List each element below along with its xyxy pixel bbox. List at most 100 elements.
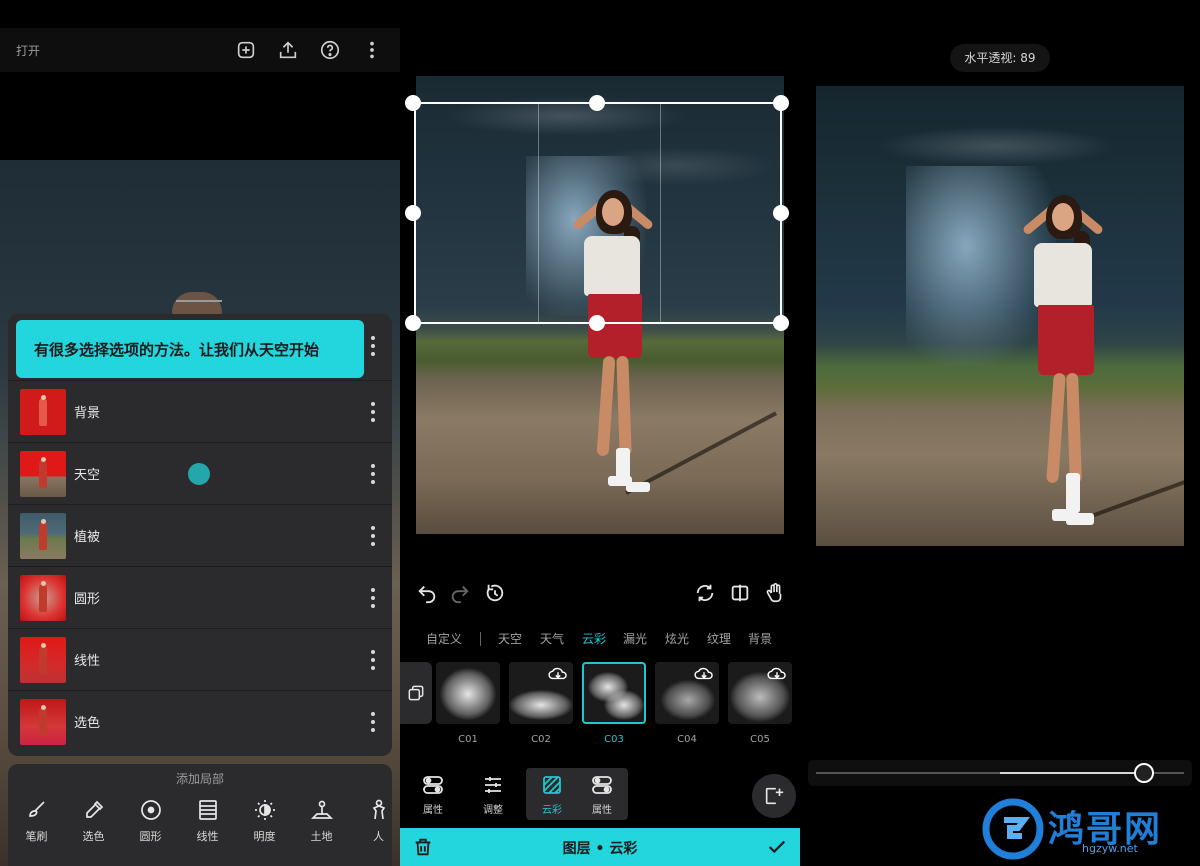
add-image-icon[interactable] <box>232 36 260 64</box>
help-icon[interactable] <box>316 36 344 64</box>
history-icon[interactable] <box>482 580 508 606</box>
edit-toolbar <box>400 578 800 608</box>
category-custom[interactable]: 自定义 <box>426 630 462 647</box>
more-vertical-icon[interactable] <box>368 525 378 546</box>
watermark-logo-icon <box>982 798 1044 860</box>
top-actions <box>232 36 386 64</box>
download-icon[interactable] <box>547 666 569 682</box>
download-icon[interactable] <box>766 666 788 682</box>
layer-row-vegetation[interactable]: 植被 <box>8 504 392 566</box>
drag-handle[interactable] <box>188 462 210 485</box>
layer-row-color-select[interactable]: 选色 <box>8 690 392 752</box>
preset-label: C01 <box>458 734 478 745</box>
category-background[interactable]: 背景 <box>748 630 772 647</box>
layer-thumbnail <box>20 637 66 683</box>
confirm-check-icon[interactable] <box>766 836 788 858</box>
perspective-screen: 水平透视: 89 鸿哥网 hgzyw.net <box>800 0 1200 866</box>
layer-action-bar: 图层 • 云彩 <box>400 828 800 866</box>
tool-person[interactable]: 人 <box>350 798 392 844</box>
layer-thumbnail <box>20 699 66 745</box>
category-light-leak[interactable]: 漏光 <box>623 630 647 647</box>
tab-clouds[interactable]: 云彩 <box>527 766 577 822</box>
category-weather[interactable]: 天气 <box>540 630 564 647</box>
category-divider <box>480 632 481 646</box>
linear-icon <box>198 800 217 820</box>
category-texture[interactable]: 纹理 <box>707 630 731 647</box>
app-screens: 打开 有很多选择选项的方法。让我们从天空开始 背景 天空 植被 圆形 线性 选色… <box>0 0 1200 866</box>
category-sky[interactable]: 天空 <box>498 630 522 647</box>
layer-label: 圆形 <box>74 592 101 607</box>
crop-handle-bottom-left[interactable] <box>405 315 421 331</box>
crop-handle-bottom[interactable] <box>589 315 605 331</box>
tool-brush[interactable]: 笔刷 <box>8 798 65 844</box>
download-icon[interactable] <box>693 666 715 682</box>
tab-layer-properties[interactable]: 属性 <box>577 766 627 822</box>
preset-c05[interactable] <box>728 662 792 724</box>
undo-icon[interactable] <box>414 580 440 606</box>
tool-circle[interactable]: 圆形 <box>122 798 179 844</box>
open-button[interactable]: 打开 <box>16 42 40 59</box>
layers-stack-icon <box>408 685 424 701</box>
redo-icon[interactable] <box>447 580 473 606</box>
category-clouds[interactable]: 云彩 <box>582 630 606 647</box>
cloud-shape <box>876 126 1116 166</box>
layer-row-background[interactable]: 背景 <box>8 380 392 442</box>
more-vertical-icon[interactable] <box>368 401 378 422</box>
category-flare[interactable]: 炫光 <box>665 630 689 647</box>
crop-frame[interactable] <box>414 102 782 324</box>
more-vertical-icon[interactable] <box>358 36 386 64</box>
layers-stack-button[interactable] <box>400 662 432 724</box>
crop-handle-left[interactable] <box>405 205 421 221</box>
crop-handle-right[interactable] <box>773 205 789 221</box>
layer-thumbnail <box>20 575 66 621</box>
crop-handle-top-right[interactable] <box>773 95 789 111</box>
preset-label: C02 <box>531 734 551 745</box>
brush-icon <box>28 801 45 817</box>
tab-adjust[interactable]: 调整 <box>468 766 518 822</box>
layer-label: 背景 <box>74 406 101 421</box>
circle-icon <box>140 800 161 820</box>
subject-head <box>172 292 222 316</box>
subject-figure <box>1006 191 1116 541</box>
sliders-icon <box>485 776 501 793</box>
crop-handle-top-left[interactable] <box>405 95 421 111</box>
watermark-url: hgzyw.net <box>1082 842 1138 855</box>
layer-row-linear[interactable]: 线性 <box>8 628 392 690</box>
preset-label: C05 <box>750 734 770 745</box>
preset-c04[interactable] <box>655 662 719 724</box>
layer-thumbnail <box>20 513 66 559</box>
more-vertical-icon[interactable] <box>368 711 378 732</box>
tool-linear[interactable]: 线性 <box>179 798 236 844</box>
more-vertical-icon[interactable] <box>368 587 378 608</box>
tip-more-icon[interactable] <box>368 336 378 356</box>
crop-handle-top[interactable] <box>589 95 605 111</box>
tool-brightness[interactable]: 明度 <box>236 798 293 844</box>
tab-properties[interactable]: 属性 <box>408 766 458 822</box>
layer-row-sky[interactable]: 天空 <box>8 442 392 504</box>
tool-eyedropper[interactable]: 选色 <box>65 798 122 844</box>
preset-c01[interactable] <box>436 662 500 724</box>
cloud-overlay-screen: 自定义 天空 天气 云彩 漏光 炫光 纹理 背景 C01 C02 C03 C04… <box>400 0 800 866</box>
layer-label: 天空 <box>74 468 101 483</box>
crop-handle-bottom-right[interactable] <box>773 315 789 331</box>
layer-thumbnail <box>20 451 66 497</box>
flip-icon[interactable] <box>727 580 753 606</box>
preset-c03[interactable] <box>582 662 646 724</box>
more-vertical-icon[interactable] <box>368 463 378 484</box>
hand-icon[interactable] <box>762 580 788 606</box>
layer-list: 有很多选择选项的方法。让我们从天空开始 背景 天空 植被 圆形 线性 选色 <box>8 314 392 756</box>
add-layer-button[interactable] <box>752 774 796 818</box>
rotate-icon[interactable] <box>692 580 718 606</box>
photo-canvas[interactable] <box>816 86 1184 546</box>
layer-title: 图层 • 云彩 <box>562 841 638 857</box>
preset-c02[interactable] <box>509 662 573 724</box>
toggle-icon <box>592 775 612 794</box>
divider <box>176 300 222 302</box>
share-icon[interactable] <box>274 36 302 64</box>
add-local-panel: 添加局部 笔刷 选色 圆形 线性 明度 土地 人 <box>8 764 392 866</box>
more-vertical-icon[interactable] <box>368 649 378 670</box>
perspective-slider[interactable] <box>808 760 1192 786</box>
tool-land[interactable]: 土地 <box>293 798 350 844</box>
slider-thumb[interactable] <box>1133 763 1154 783</box>
layer-row-circle[interactable]: 圆形 <box>8 566 392 628</box>
